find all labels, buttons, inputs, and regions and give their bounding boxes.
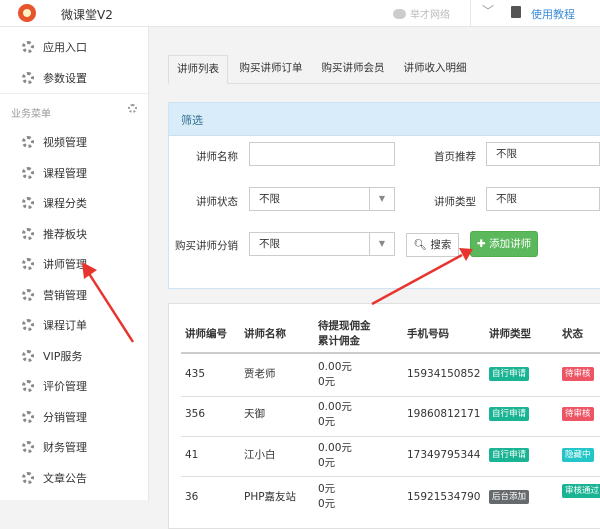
arrow-to-teacher-menu: [82, 262, 135, 343]
annotation-arrows: [82, 248, 473, 343]
arrow-to-add-button: [371, 248, 473, 306]
